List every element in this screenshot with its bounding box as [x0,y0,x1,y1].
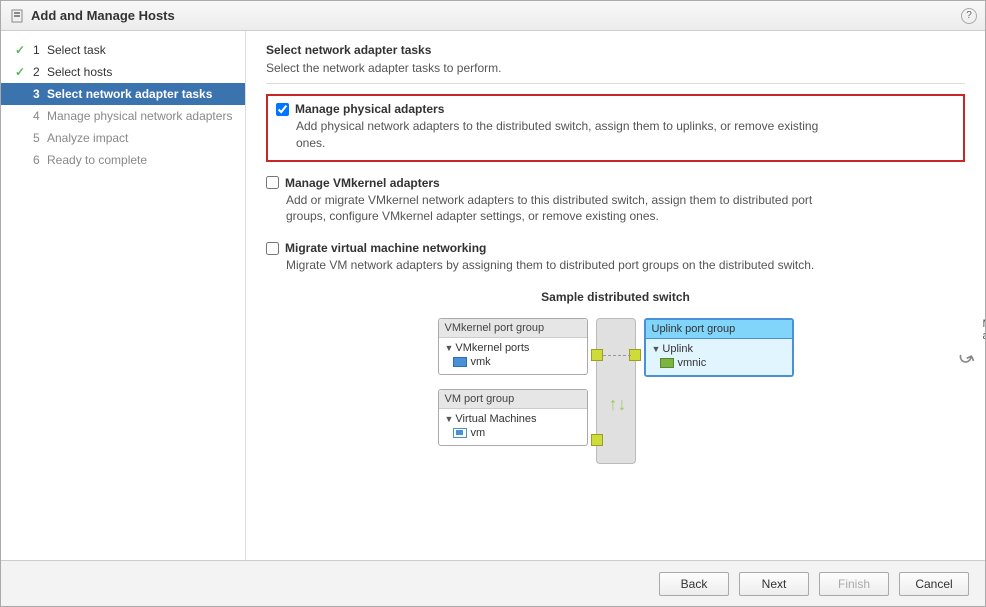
step-label: Ready to complete [47,153,235,167]
task-migrate-vm-networking: Migrate virtual machine networking Migra… [266,241,965,274]
back-button[interactable]: Back [659,572,729,596]
page-subtitle: Select the network adapter tasks to perf… [266,61,965,75]
step-label: Select network adapter tasks [47,87,235,101]
vmk-icon [453,357,467,367]
vmkernel-port-group-box: VMkernel port group ▼VMkernel ports vmk [438,318,588,375]
step-label: Select task [47,43,235,57]
checkmark-icon: ✓ [15,43,29,57]
diagram-title: Sample distributed switch [266,290,965,304]
vm-label: vm [471,427,486,439]
step-number: 6 [33,153,47,167]
task-title: Manage VMkernel adapters [285,176,440,190]
checkmark-icon: ✓ [15,65,29,79]
step-ready-complete: ✓ 6 Ready to complete [1,149,245,171]
uplink-label: Uplink [662,343,693,355]
callout-text: Manage physical adapters [983,318,986,342]
task-title: Migrate virtual machine networking [285,241,486,255]
next-button[interactable]: Next [739,572,809,596]
step-number: 4 [33,109,47,123]
step-number: 5 [33,131,47,145]
cancel-button[interactable]: Cancel [899,572,969,596]
highlighted-task: Manage physical adapters Add physical ne… [266,94,965,162]
task-title: Manage physical adapters [295,102,444,116]
task-description: Add or migrate VMkernel network adapters… [286,192,826,226]
checkbox-manage-physical[interactable] [276,103,289,116]
step-analyze-impact: ✓ 5 Analyze impact [1,127,245,149]
callout-arrow-icon: ↶ [955,342,979,371]
step-label: Select hosts [47,65,235,79]
expand-icon: ▼ [652,344,661,354]
step-label: Manage physical network adapters [47,109,235,123]
divider [266,83,965,84]
connector-line [603,355,631,356]
connector-icon [591,434,603,446]
vmnic-icon [660,358,674,368]
callout-label: Manage physical adapters ↶ [983,318,986,342]
group-header: VM port group [439,390,587,409]
vm-port-group-box: VM port group ▼Virtual Machines vm [438,389,588,446]
expand-icon: ▼ [445,343,454,353]
task-description: Add physical network adapters to the dis… [296,118,836,152]
task-manage-physical-adapters: Manage physical adapters Add physical ne… [276,102,955,152]
step-number: 2 [33,65,47,79]
vms-label: Virtual Machines [455,413,536,425]
sample-diagram: VMkernel port group ▼VMkernel ports vmk … [266,318,965,464]
checkbox-manage-vmkernel[interactable] [266,176,279,189]
step-number: 1 [33,43,47,57]
vm-icon [453,428,467,438]
step-number: 3 [33,87,47,101]
task-manage-vmkernel: Manage VMkernel adapters Add or migrate … [266,176,965,226]
step-network-adapter-tasks[interactable]: ✓ 3 Select network adapter tasks [1,83,245,105]
vmnic-label: vmnic [678,357,707,369]
wizard-dialog: Add and Manage Hosts ? ✓ 1 Select task ✓… [0,0,986,607]
traffic-arrows-icon: ↑↓ [609,399,627,409]
step-label: Analyze impact [47,131,235,145]
dialog-body: ✓ 1 Select task ✓ 2 Select hosts ✓ 3 Sel… [1,31,985,560]
step-manage-physical-adapters: ✓ 4 Manage physical network adapters [1,105,245,127]
expand-icon: ▼ [445,414,454,424]
group-header: Uplink port group [646,320,792,339]
distributed-switch: ↑↓ [596,318,636,464]
dialog-title: Add and Manage Hosts [31,8,961,23]
wizard-footer: Back Next Finish Cancel [1,560,985,606]
finish-button[interactable]: Finish [819,572,889,596]
connector-icon [591,349,603,361]
task-description: Migrate VM network adapters by assigning… [286,257,826,274]
wizard-steps-sidebar: ✓ 1 Select task ✓ 2 Select hosts ✓ 3 Sel… [1,31,246,560]
host-icon [9,8,25,24]
checkbox-migrate-vm[interactable] [266,242,279,255]
uplink-port-group-box: Uplink port group ▼Uplink vmnic [644,318,794,377]
group-header: VMkernel port group [439,319,587,338]
step-select-hosts[interactable]: ✓ 2 Select hosts [1,61,245,83]
step-select-task[interactable]: ✓ 1 Select task [1,39,245,61]
vmk-label: vmk [471,356,491,368]
page-title: Select network adapter tasks [266,43,965,57]
ports-label: VMkernel ports [455,342,529,354]
wizard-content: Select network adapter tasks Select the … [246,31,985,560]
help-icon[interactable]: ? [961,8,977,24]
titlebar: Add and Manage Hosts ? [1,1,985,31]
